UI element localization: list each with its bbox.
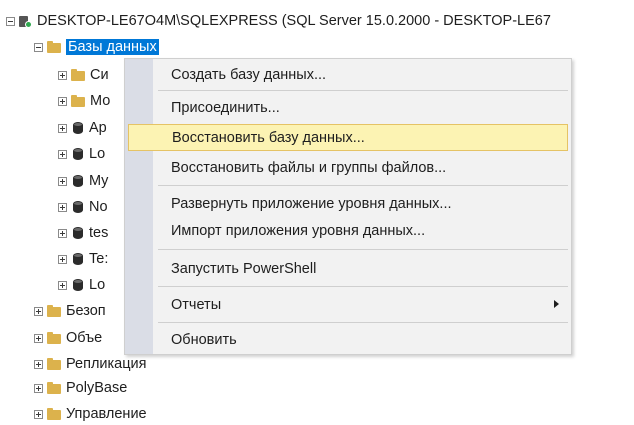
folder-icon (47, 381, 61, 394)
folder-icon (47, 331, 61, 344)
expand-icon[interactable] (58, 123, 67, 133)
expand-icon[interactable] (58, 70, 67, 80)
tree-item-label: Мо (90, 93, 111, 109)
menu-item-restore-files[interactable]: Восстановить файлы и группы файлов... (128, 154, 568, 181)
server-node[interactable]: DESKTOP-LE67O4M\SQLEXPRESS (SQL Server 1… (6, 10, 551, 32)
database-icon (73, 253, 83, 265)
database-icon (73, 227, 83, 239)
menu-separator (158, 90, 568, 91)
menu-item-import-data-tier[interactable]: Импорт приложения уровня данных... (128, 217, 568, 244)
menu-item-reports[interactable]: Отчеты (128, 291, 568, 318)
menu-item-label: Отчеты (171, 296, 222, 313)
menu-item-label: Восстановить базу данных... (172, 129, 365, 146)
tree-item-label: My (89, 173, 109, 189)
tree-item[interactable]: My (58, 170, 108, 192)
menu-separator (158, 185, 568, 186)
tree-item[interactable]: tes (58, 222, 108, 244)
expand-icon[interactable] (58, 280, 67, 290)
folder-icon (47, 357, 61, 370)
submenu-arrow-icon (554, 300, 559, 308)
context-menu: Создать базу данных... Присоединить... В… (124, 58, 572, 355)
tree-item-server-objects[interactable]: Объе (34, 327, 102, 349)
expand-icon[interactable] (58, 149, 67, 159)
tree-item-label: Репликация (66, 356, 147, 372)
folder-icon (47, 40, 61, 53)
database-icon (73, 279, 83, 291)
tree-item-label: Си (90, 67, 109, 83)
tree-item-label: PolyBase (66, 380, 128, 396)
menu-item-refresh[interactable]: Обновить (128, 326, 568, 353)
expand-icon[interactable] (34, 333, 43, 343)
expand-icon[interactable] (34, 306, 43, 316)
tree-item-replication[interactable]: Репликация (34, 353, 147, 375)
expand-icon[interactable] (58, 96, 67, 106)
tree-item-label: Lo (89, 146, 106, 162)
menu-item-deploy-data-tier[interactable]: Развернуть приложение уровня данных... (128, 190, 568, 217)
expand-icon[interactable] (58, 228, 67, 238)
expand-icon[interactable] (58, 254, 67, 264)
tree-item[interactable]: No (58, 196, 108, 218)
menu-item-label: Создать базу данных... (171, 66, 327, 83)
folder-icon (47, 407, 61, 420)
menu-item-create-database[interactable]: Создать базу данных... (128, 61, 568, 88)
tree-item-label: Безоп (66, 303, 106, 319)
tree-item-label: Te: (89, 251, 109, 267)
tree-item[interactable]: Lo (58, 143, 105, 165)
databases-label: Базы данных (66, 39, 159, 55)
menu-item-start-powershell[interactable]: Запустить PowerShell (128, 255, 568, 282)
tree-item[interactable]: Ap (58, 117, 107, 139)
folder-icon (47, 304, 61, 317)
tree-item-label: Ap (89, 120, 107, 136)
expand-icon[interactable] (34, 359, 43, 369)
collapse-icon[interactable] (6, 16, 15, 26)
expand-icon[interactable] (58, 202, 67, 212)
tree-item-label: No (89, 199, 108, 215)
database-icon (73, 122, 83, 134)
menu-item-label: Развернуть приложение уровня данных... (171, 195, 452, 212)
menu-item-label: Восстановить файлы и группы файлов... (171, 159, 447, 176)
folder-icon (71, 68, 85, 81)
tree-item-label: Объе (66, 330, 103, 346)
menu-separator (158, 286, 568, 287)
expand-icon[interactable] (34, 383, 43, 393)
collapse-icon[interactable] (34, 42, 43, 52)
tree-item[interactable]: Te: (58, 248, 108, 270)
menu-item-restore-database[interactable]: Восстановить базу данных... (128, 124, 568, 151)
server-icon (19, 15, 32, 28)
menu-item-label: Запустить PowerShell (171, 260, 317, 277)
menu-item-label: Обновить (171, 331, 237, 348)
server-label: DESKTOP-LE67O4M\SQLEXPRESS (SQL Server 1… (37, 13, 551, 29)
tree-item-security[interactable]: Безоп (34, 300, 106, 322)
folder-icon (71, 94, 85, 107)
database-icon (73, 175, 83, 187)
tree-item-management[interactable]: Управление (34, 403, 147, 425)
menu-item-label: Импорт приложения уровня данных... (171, 222, 426, 239)
expand-icon[interactable] (58, 176, 67, 186)
databases-node[interactable]: Базы данных (34, 36, 159, 58)
menu-item-label: Присоединить... (171, 99, 280, 116)
database-icon (73, 148, 83, 160)
tree-item[interactable]: Lo (58, 274, 105, 296)
tree-item-polybase[interactable]: PolyBase (34, 377, 127, 399)
menu-item-attach[interactable]: Присоединить... (128, 94, 568, 121)
menu-separator (158, 322, 568, 323)
database-icon (73, 201, 83, 213)
tree-item-label: tes (89, 225, 109, 241)
tree-item-label: Управление (66, 406, 147, 422)
expand-icon[interactable] (34, 409, 43, 419)
menu-separator (158, 249, 568, 250)
tree-item[interactable]: Си (58, 64, 109, 86)
tree-item[interactable]: Мо (58, 90, 110, 112)
tree-item-label: Lo (89, 277, 106, 293)
